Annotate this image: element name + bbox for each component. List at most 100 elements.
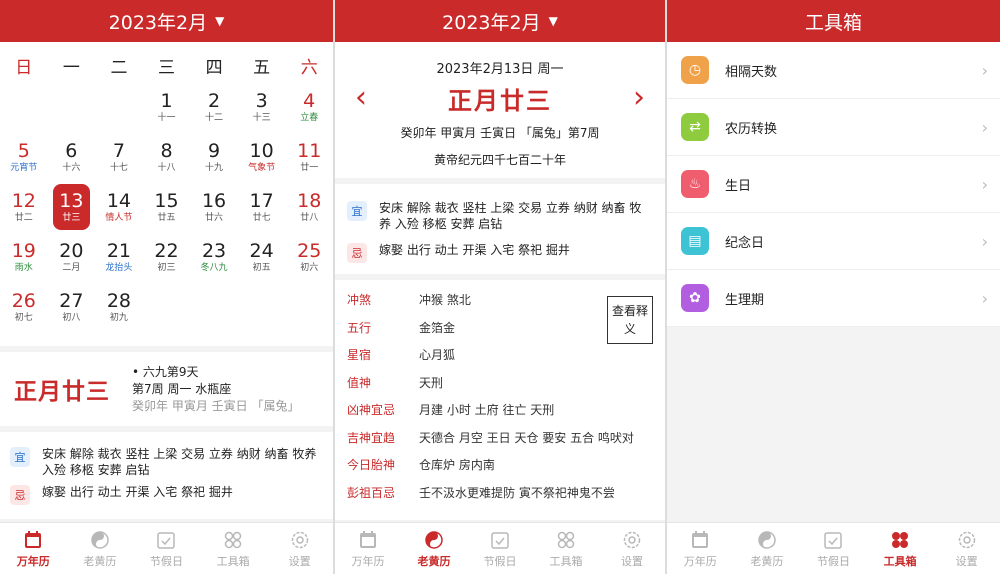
swap-icon: ⇄ xyxy=(681,113,709,141)
day-cell[interactable]: 20 二月 xyxy=(48,232,96,282)
day-cell[interactable]: 14 情人节 xyxy=(95,182,143,232)
tab-holiday[interactable]: 节假日 xyxy=(133,523,200,574)
weekday-header: 日一二三四五六 xyxy=(0,48,333,82)
tab-calendar[interactable]: 万年历 xyxy=(0,523,67,574)
tab-label: 工具箱 xyxy=(883,554,917,568)
day-number: 27 xyxy=(59,290,84,312)
toolbox-icon xyxy=(889,529,911,551)
day-number: 15 xyxy=(154,190,179,212)
lunar-sub-label: 廿五 xyxy=(157,213,176,223)
lunar-date: 正月廿三 xyxy=(448,87,552,115)
tool-item[interactable]: ⇄ 农历转换 › xyxy=(667,99,1000,156)
tool-label: 相隔天数 xyxy=(725,64,778,80)
day-number: 4 xyxy=(303,90,316,112)
tab-yinyang[interactable]: 老黄历 xyxy=(67,523,134,574)
day-cell[interactable]: 21 龙抬头 xyxy=(95,232,143,282)
month-header[interactable]: 2023年2月 ▼ xyxy=(0,0,333,42)
lunar-sub-label: 初五 xyxy=(252,263,271,273)
month-header[interactable]: 2023年2月 ▼ xyxy=(335,0,665,42)
tab-settings[interactable]: 设置 xyxy=(933,523,1000,574)
prev-day-icon[interactable]: ‹ xyxy=(355,80,367,115)
tool-item[interactable]: ✿ 生理期 › xyxy=(667,270,1000,327)
tool-item[interactable]: ▤ 纪念日 › xyxy=(667,213,1000,270)
lunar-sub-label: 冬八九 xyxy=(200,263,228,273)
tab-calendar[interactable]: 万年历 xyxy=(335,523,401,574)
lunar-sub-label: 初三 xyxy=(157,263,176,273)
empty-day-cell xyxy=(238,282,286,332)
lunar-sub-label: 廿八 xyxy=(300,213,319,223)
day-cell[interactable]: 3 十三 xyxy=(238,82,286,132)
tab-yinyang[interactable]: 老黄历 xyxy=(734,523,801,574)
day-cell[interactable]: 6 十六 xyxy=(48,132,96,182)
yi-badge: 宜 xyxy=(347,201,367,221)
day-cell[interactable]: 26 初七 xyxy=(0,282,48,332)
day-cell[interactable]: 17 廿七 xyxy=(238,182,286,232)
chevron-right-icon: › xyxy=(981,231,988,251)
day-cell[interactable]: 15 廿五 xyxy=(143,182,191,232)
tab-toolbox[interactable]: 工具箱 xyxy=(867,523,934,574)
day-number: 19 xyxy=(11,240,36,262)
tool-label: 农历转换 xyxy=(725,121,778,137)
tab-label: 万年历 xyxy=(351,554,385,568)
day-number: 7 xyxy=(112,140,125,162)
tab-holiday[interactable]: 节假日 xyxy=(467,523,533,574)
day-cell[interactable]: 16 廿六 xyxy=(190,182,238,232)
day-cell[interactable]: 10 气象节 xyxy=(238,132,286,182)
tab-toolbox[interactable]: 工具箱 xyxy=(200,523,267,574)
detail-key: 凶神宜忌 xyxy=(347,403,396,418)
tool-item[interactable]: ♨ 生日 › xyxy=(667,156,1000,213)
day-cell[interactable]: 24 初五 xyxy=(238,232,286,282)
lunar-sub-label: 十八 xyxy=(157,163,176,173)
day-number: 16 xyxy=(201,190,227,212)
chevron-right-icon: › xyxy=(981,117,988,137)
day-cell[interactable]: 2 十二 xyxy=(190,82,238,132)
day-cell[interactable]: 23 冬八九 xyxy=(190,232,238,282)
day-cell[interactable]: 27 初八 xyxy=(48,282,96,332)
day-cell[interactable]: 18 廿八 xyxy=(285,182,333,232)
tool-item[interactable]: ◷ 相隔天数 › xyxy=(667,42,1000,99)
calendar-panel: 2023年2月 ▼ 日一二三四五六 1 十一 2 十二 3 十三 4 立春 5 元宵节 6 十六 7 十七… xyxy=(0,0,333,574)
chevron-right-icon: › xyxy=(981,288,988,308)
tab-calendar[interactable]: 万年历 xyxy=(667,523,734,574)
next-day-icon[interactable]: › xyxy=(633,80,645,115)
chevron-right-icon: › xyxy=(981,174,988,194)
tab-yinyang[interactable]: 老黄历 xyxy=(401,523,467,574)
yi-ji-section: 宜 安床 解除 裁衣 竖柱 上梁 交易 立券 纳财 纳畜 牧养 入殓 移柩 安葬… xyxy=(335,184,665,274)
bottom-tab-bar: 万年历 老黄历 节假日 工具箱 设置 xyxy=(0,522,333,574)
day-cell[interactable]: 12 廿二 xyxy=(0,182,48,232)
day-cell[interactable]: 19 雨水 xyxy=(0,232,48,282)
day-grid: 1 十一 2 十二 3 十三 4 立春 5 元宵节 6 十六 7 十七 8 十八 9 十九 10 气象节 11 廿一 12 廿… xyxy=(0,82,333,332)
day-cell[interactable]: 1 十一 xyxy=(143,82,191,132)
day-cell[interactable]: 8 十八 xyxy=(143,132,191,182)
day-cell[interactable]: 7 十七 xyxy=(95,132,143,182)
lunar-sub-label: 廿一 xyxy=(300,163,319,173)
tab-holiday[interactable]: 节假日 xyxy=(800,523,867,574)
month-title: 2023年2月 xyxy=(442,11,541,34)
tab-settings[interactable]: 设置 xyxy=(599,523,665,574)
day-cell[interactable]: 25 初六 xyxy=(285,232,333,282)
day-cell[interactable]: 22 初三 xyxy=(143,232,191,282)
detail-value: 壬不汲水更难提防 寅不祭祀神鬼不尝 xyxy=(419,485,615,500)
detail-key: 今日胎神 xyxy=(347,458,396,473)
day-cell[interactable]: 4 立春 xyxy=(285,82,333,132)
day-number: 2 xyxy=(208,90,221,112)
day-cell[interactable]: 9 十九 xyxy=(190,132,238,182)
empty-day-cell xyxy=(285,282,333,332)
detail-row: 吉神宜趋 天德合 月空 王日 天仓 要安 五合 鸣吠对 xyxy=(347,424,653,452)
day-cell[interactable]: 5 元宵节 xyxy=(0,132,48,182)
tab-settings[interactable]: 设置 xyxy=(266,523,333,574)
tab-toolbox[interactable]: 工具箱 xyxy=(533,523,599,574)
calendar-icon xyxy=(689,529,711,551)
tab-label: 设置 xyxy=(955,554,978,568)
day-number: 6 xyxy=(65,140,78,162)
lunar-sub-label: 龙抬头 xyxy=(105,263,133,273)
tab-label: 老黄历 xyxy=(83,554,117,568)
day-cell[interactable]: 28 初九 xyxy=(95,282,143,332)
selected-day-cell[interactable]: 13 廿三 xyxy=(52,184,91,230)
ji-badge: 忌 xyxy=(347,243,367,263)
calendar-icon: ▤ xyxy=(681,227,709,255)
detail-value: 冲猴 煞北 xyxy=(419,293,471,308)
day-cell[interactable]: 11 廿一 xyxy=(285,132,333,182)
clock-icon: ◷ xyxy=(681,56,709,84)
view-explanation-button[interactable]: 查看释义 xyxy=(607,296,653,344)
